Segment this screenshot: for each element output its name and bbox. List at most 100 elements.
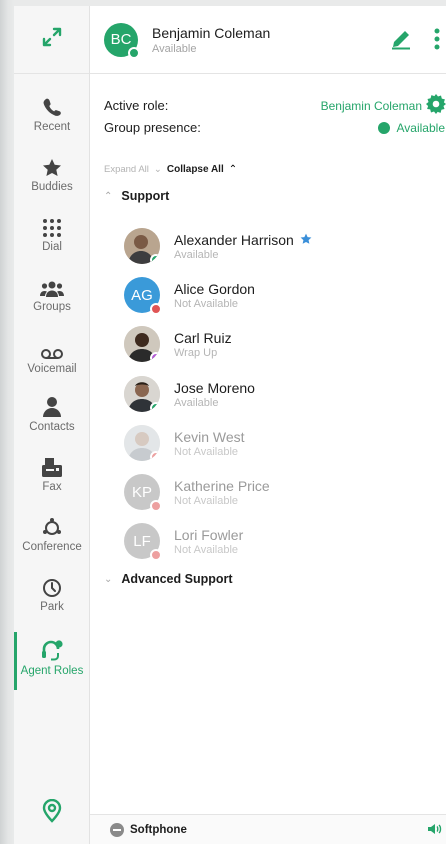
fax-icon xyxy=(42,456,62,478)
group-header-advanced-support[interactable]: ⌄ Advanced Support xyxy=(104,572,233,586)
status-indicator xyxy=(150,402,160,412)
contact-row[interactable]: Kevin West Not Available xyxy=(124,421,436,465)
group-presence-value[interactable]: Available xyxy=(377,121,446,135)
edit-pencil-icon[interactable] xyxy=(390,28,412,55)
avatar: LF xyxy=(124,523,162,561)
sidebar: Recent Buddies Dial Groups Voicemail Con… xyxy=(14,6,90,844)
sidebar-item-label: Contacts xyxy=(29,421,75,433)
contact-name: Jose Moreno xyxy=(174,379,255,396)
gear-icon[interactable] xyxy=(426,94,446,117)
sidebar-item-label: Groups xyxy=(33,301,71,313)
avatar xyxy=(124,425,160,461)
sidebar-item-agent-roles[interactable]: Agent Roles xyxy=(14,632,90,690)
status-indicator xyxy=(150,451,160,461)
group-presence-row: Group presence: Available xyxy=(104,120,446,135)
contact-row[interactable]: Alexander Harrison Available xyxy=(124,224,436,268)
avatar xyxy=(124,228,160,264)
sidebar-item-voicemail[interactable]: Voicemail xyxy=(14,338,90,375)
contact-name: Kevin West xyxy=(174,428,245,445)
avatar xyxy=(124,326,160,362)
expand-arrows-icon[interactable] xyxy=(41,26,63,53)
sidebar-bottom xyxy=(14,798,90,828)
avatar: KP xyxy=(124,474,162,512)
star-icon xyxy=(42,156,62,178)
contact-name: Katherine Price xyxy=(174,477,270,494)
active-role-value[interactable]: Benjamin Coleman xyxy=(321,94,446,117)
contact-status: Not Available xyxy=(174,445,239,458)
collapse-all-button[interactable]: Collapse All xyxy=(167,164,224,175)
status-indicator xyxy=(150,352,160,362)
group-name: Support xyxy=(121,189,170,203)
chevron-up-icon: ⌃ xyxy=(228,164,238,175)
contact-row[interactable]: AG Alice Gordon Not Available xyxy=(124,273,436,317)
status-indicator xyxy=(150,303,162,315)
app-window: Recent Buddies Dial Groups Voicemail Con… xyxy=(14,6,446,844)
contact-status: Not Available xyxy=(174,297,239,310)
voicemail-icon xyxy=(41,338,63,360)
status-indicator xyxy=(150,500,162,512)
softphone-button[interactable]: Softphone xyxy=(130,824,187,836)
sidebar-item-recent[interactable]: Recent xyxy=(14,96,90,133)
sidebar-item-contacts[interactable]: Contacts xyxy=(14,396,90,433)
chevron-down-icon: ⌄ xyxy=(104,573,113,585)
contact-name: Lori Fowler xyxy=(174,526,244,543)
park-clock-icon xyxy=(42,576,62,598)
softphone-status-icon xyxy=(110,822,124,837)
user-name: Benjamin Coleman xyxy=(152,24,271,41)
location-pin-icon[interactable] xyxy=(41,798,63,828)
contact-status: Available xyxy=(174,396,219,409)
contact-name: Carl Ruiz xyxy=(174,329,232,346)
footer-bar: Softphone xyxy=(90,814,446,844)
contact-row[interactable]: LF Lori Fowler Not Available xyxy=(124,519,436,563)
sidebar-item-park[interactable]: Park xyxy=(14,576,90,613)
sidebar-item-label: Park xyxy=(40,601,64,613)
avatar: AG xyxy=(124,277,162,315)
user-header: BC Benjamin Coleman Available xyxy=(90,6,446,74)
contact-status: Not Available xyxy=(174,494,239,507)
contact-name: Alexander Harrison xyxy=(174,231,294,248)
sidebar-item-label: Buddies xyxy=(31,181,73,193)
speaker-icon[interactable] xyxy=(428,823,442,838)
sidebar-item-label: Voicemail xyxy=(27,363,77,375)
status-indicator xyxy=(150,549,162,561)
sidebar-top xyxy=(14,6,89,74)
contact-status: Not Available xyxy=(174,543,239,556)
expand-all-button[interactable]: Expand All xyxy=(104,164,149,175)
contact-name: Alice Gordon xyxy=(174,280,255,297)
contact-row[interactable]: KP Katherine Price Not Available xyxy=(124,470,436,514)
active-role-row: Active role: Benjamin Coleman xyxy=(104,94,446,117)
group-header-support[interactable]: ⌃ Support xyxy=(104,189,169,203)
main-panel: BC Benjamin Coleman Available Active rol… xyxy=(90,6,446,844)
contact-status: Wrap Up xyxy=(174,346,218,359)
sidebar-item-label: Fax xyxy=(42,481,62,493)
contact-row[interactable]: Carl Ruiz Wrap Up xyxy=(124,322,436,366)
avatar-initials: LF xyxy=(133,532,151,550)
avatar-initials: AG xyxy=(131,286,153,304)
chevron-up-icon: ⌃ xyxy=(104,190,113,202)
sidebar-item-buddies[interactable]: Buddies xyxy=(14,156,90,193)
phone-icon xyxy=(43,96,61,118)
group-name: Advanced Support xyxy=(121,572,233,586)
contact-row[interactable]: Jose Moreno Available xyxy=(124,372,436,416)
sidebar-item-dial[interactable]: Dial xyxy=(14,216,90,253)
sidebar-item-label: Agent Roles xyxy=(20,665,84,677)
favorite-star-icon[interactable] xyxy=(300,232,312,248)
more-vertical-icon[interactable] xyxy=(434,28,440,55)
group-presence-label: Group presence: xyxy=(104,120,201,135)
user-info: Benjamin Coleman Available xyxy=(152,25,270,55)
avatar-initials: BC xyxy=(110,31,132,48)
user-status: Available xyxy=(152,42,197,55)
sidebar-item-label: Recent xyxy=(33,121,71,133)
contacts-icon xyxy=(42,396,62,418)
sidebar-item-label: Dial xyxy=(42,241,62,253)
status-indicator xyxy=(128,46,140,59)
available-dot-icon xyxy=(377,121,390,134)
status-indicator xyxy=(150,254,160,264)
sidebar-item-fax[interactable]: Fax xyxy=(14,456,90,493)
contact-status: Available xyxy=(174,248,219,261)
agent-headset-icon xyxy=(40,640,64,662)
avatar[interactable]: BC xyxy=(104,22,140,59)
sidebar-item-conference[interactable]: Conference xyxy=(14,516,90,553)
sidebar-item-groups[interactable]: Groups xyxy=(14,276,90,313)
dialpad-icon xyxy=(42,216,62,238)
